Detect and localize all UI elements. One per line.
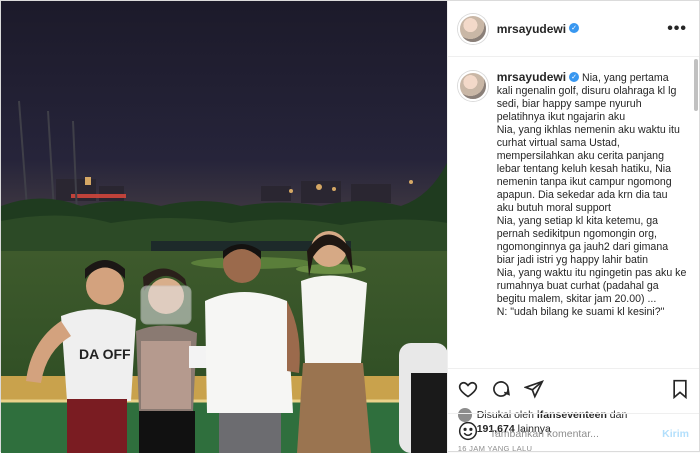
bookmark-icon[interactable] — [671, 379, 689, 399]
post-photo[interactable]: DA OFF — [1, 1, 447, 453]
heart-icon[interactable] — [458, 379, 478, 399]
caption-scrollbar[interactable] — [694, 59, 698, 111]
caption-username[interactable]: mrsayudewi — [497, 70, 566, 84]
author-avatar[interactable] — [457, 13, 488, 44]
caption-text: mrsayudewi ✓ Nia, yang pertama kali ngena… — [497, 71, 687, 368]
post-side-panel: mrsayudewi ✓ ••• mrsayudewi ✓ Nia, yang p… — [446, 1, 699, 453]
comment-icon[interactable] — [491, 379, 511, 399]
caption-avatar[interactable] — [457, 71, 488, 101]
verified-badge-icon: ✓ — [569, 22, 580, 33]
more-options-icon[interactable]: ••• — [667, 20, 687, 37]
caption-area: mrsayudewi ✓ Nia, yang pertama kali ngena… — [448, 57, 699, 368]
night-golf-photo: DA OFF — [1, 1, 447, 453]
share-icon[interactable] — [523, 379, 544, 399]
comment-input[interactable]: Tambahkan komentar... — [490, 428, 599, 440]
svg-text:DA OFF: DA OFF — [79, 346, 131, 362]
post-header: mrsayudewi ✓ ••• — [447, 1, 699, 57]
caption-body: Nia, yang pertama kali ngenalin golf, di… — [496, 72, 687, 318]
send-button[interactable]: Kirim — [662, 428, 689, 440]
author-username[interactable]: mrsayudewi — [497, 22, 566, 36]
instagram-post: DA OFF mrsayudewi ✓ ••• mrsayudewi ✓ Nia… — [0, 0, 700, 453]
action-bar — [447, 368, 699, 408]
caption-verified-badge-icon: ✓ — [569, 72, 580, 83]
emoji-icon[interactable] — [458, 421, 478, 446]
add-comment-bar: Tambahkan komentar... Kirim — [447, 413, 699, 453]
